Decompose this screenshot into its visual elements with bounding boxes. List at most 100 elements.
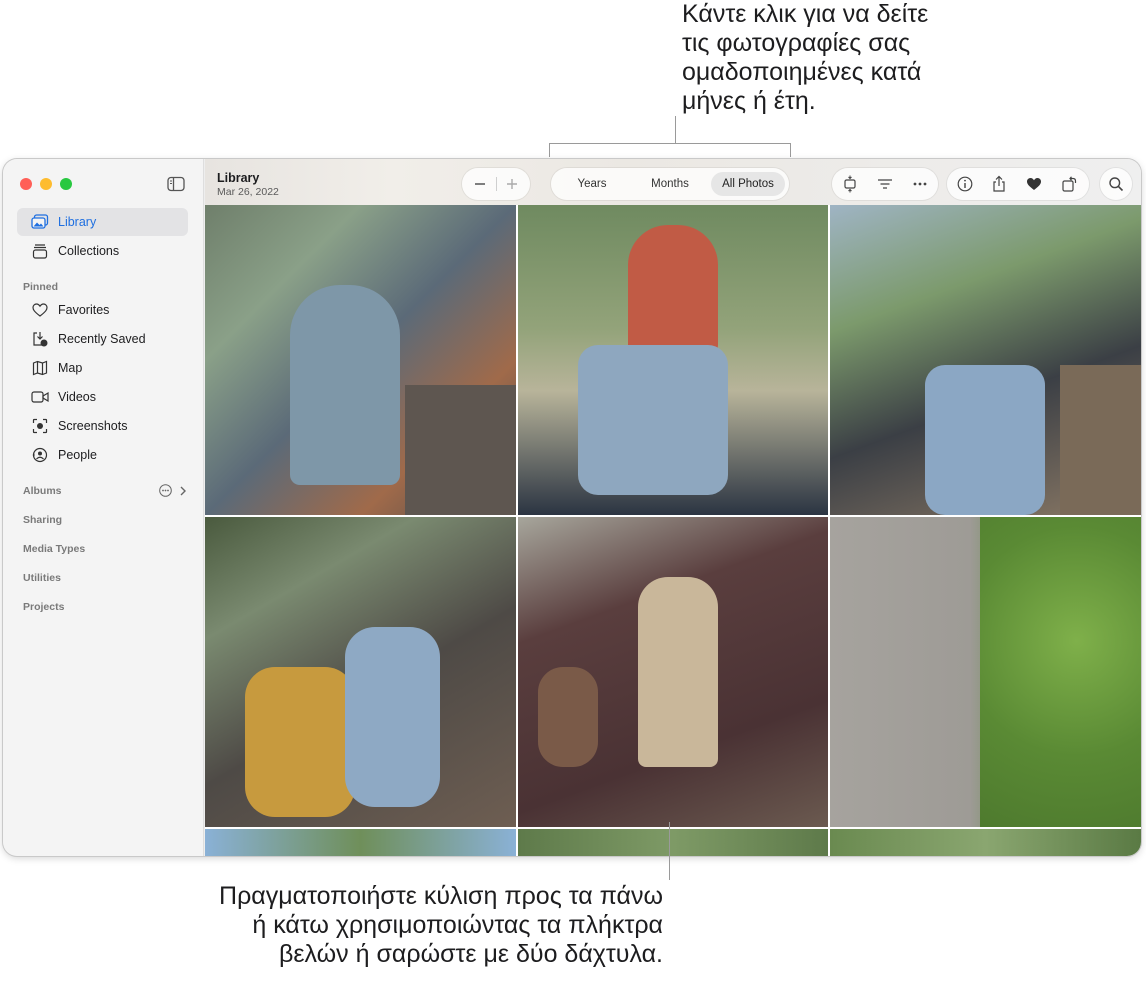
sidebar-item-label: Videos	[58, 390, 96, 404]
callout-line: ή κάτω χρησιμοποιώντας τα πλήκτρα	[252, 911, 663, 939]
sidebar: Library Collections Pinned Favorites Rec…	[3, 159, 204, 856]
sidebar-toggle-icon[interactable]	[167, 176, 185, 192]
sidebar-item-collections[interactable]: Collections	[17, 237, 188, 265]
heart-icon	[31, 301, 49, 319]
photo-detail	[538, 667, 598, 767]
more-options-icon[interactable]	[159, 484, 172, 497]
zoom-out-button[interactable]	[470, 174, 490, 194]
photo-library-icon	[31, 213, 49, 231]
sidebar-item-label: Screenshots	[58, 419, 128, 433]
photo-subject	[925, 365, 1045, 515]
sidebar-item-favorites[interactable]: Favorites	[17, 296, 188, 324]
sidebar-section-pinned: Pinned	[23, 281, 59, 293]
photo-actions-group	[947, 168, 1089, 200]
photo-thumbnail[interactable]	[518, 829, 828, 856]
sidebar-item-label: Library	[58, 215, 97, 229]
search-button[interactable]	[1100, 168, 1132, 200]
window-close-button[interactable]	[20, 178, 32, 190]
recently-saved-icon	[31, 330, 49, 348]
page-title: Library	[217, 171, 260, 185]
photo-detail	[578, 345, 728, 495]
map-icon	[31, 359, 49, 377]
sidebar-item-label: Map	[58, 361, 83, 375]
photo-thumbnail[interactable]	[830, 829, 1141, 856]
sidebar-item-label: People	[58, 448, 97, 462]
search-icon	[1106, 174, 1126, 194]
tab-months[interactable]: Months	[633, 172, 707, 196]
zoom-divider	[496, 177, 497, 191]
sidebar-item-label: Recently Saved	[58, 332, 146, 346]
minus-icon	[475, 183, 485, 185]
aspect-toggle-button[interactable]	[840, 174, 860, 194]
callout-line: μήνες ή έτη.	[682, 87, 816, 115]
more-button[interactable]	[910, 174, 930, 194]
photo-detail	[1060, 365, 1141, 515]
screenshot-icon	[31, 417, 49, 435]
rotate-button[interactable]	[1059, 174, 1079, 194]
callout-bracket-horizontal	[549, 143, 791, 144]
info-icon	[957, 176, 973, 192]
sidebar-item-map[interactable]: Map	[17, 354, 188, 382]
ellipsis-icon	[913, 182, 927, 186]
callout-scroll: Πραγματοποιήστε κύλιση προς τα πάνω ή κά…	[100, 882, 663, 969]
sidebar-section-projects[interactable]: Projects	[23, 601, 64, 613]
chevron-right-icon[interactable]	[178, 485, 188, 497]
view-tools-group	[832, 168, 938, 200]
window-minimize-button[interactable]	[40, 178, 52, 190]
photo-detail	[345, 627, 440, 807]
page-date: Mar 26, 2022	[217, 186, 279, 198]
photo-thumbnail[interactable]	[518, 205, 828, 515]
sidebar-section-utilities[interactable]: Utilities	[23, 572, 61, 584]
callout-leader-vertical	[675, 116, 676, 144]
view-segmented-control: Years Months All Photos	[551, 168, 789, 200]
callout-line: Κάντε κλικ για να δείτε	[682, 0, 929, 28]
rotate-icon	[1062, 176, 1077, 192]
share-button[interactable]	[989, 174, 1009, 194]
photo-detail	[980, 517, 1141, 827]
plus-icon	[507, 179, 517, 189]
photo-subject	[290, 285, 400, 485]
video-icon	[31, 388, 49, 406]
photo-grid[interactable]	[205, 205, 1141, 856]
tab-years[interactable]: Years	[555, 172, 629, 196]
tab-all-photos[interactable]: All Photos	[711, 172, 785, 196]
info-button[interactable]	[955, 174, 975, 194]
zoom-control	[462, 168, 530, 200]
callout-line: Πραγματοποιήστε κύλιση προς τα πάνω	[219, 882, 663, 910]
photo-subject	[638, 577, 718, 767]
photo-thumbnail[interactable]	[205, 829, 516, 856]
window-maximize-button[interactable]	[60, 178, 72, 190]
sidebar-section-sharing[interactable]: Sharing	[23, 514, 62, 526]
favorite-button[interactable]	[1024, 174, 1044, 194]
callout-line: βελών ή σαρώστε με δύο δάχτυλα.	[279, 940, 663, 968]
sidebar-item-library[interactable]: Library	[17, 208, 188, 236]
sidebar-item-label: Favorites	[58, 303, 110, 317]
sidebar-item-videos[interactable]: Videos	[17, 383, 188, 411]
photos-window: Library Collections Pinned Favorites Rec…	[3, 159, 1141, 856]
callout-bracket-right	[790, 143, 791, 157]
photo-thumbnail[interactable]	[205, 205, 516, 515]
zoom-in-button[interactable]	[502, 174, 522, 194]
callout-view-options: Κάντε κλικ για να δείτε τις φωτογραφίες …	[682, 0, 1022, 116]
people-icon	[31, 446, 49, 464]
sidebar-item-people[interactable]: People	[17, 441, 188, 469]
photo-thumbnail[interactable]	[830, 205, 1141, 515]
filter-icon	[878, 179, 892, 189]
sidebar-item-screenshots[interactable]: Screenshots	[17, 412, 188, 440]
sidebar-item-recently-saved[interactable]: Recently Saved	[17, 325, 188, 353]
heart-filled-icon	[1027, 178, 1041, 190]
sidebar-section-albums[interactable]: Albums	[23, 485, 62, 497]
photo-thumbnail[interactable]	[830, 517, 1141, 827]
filter-button[interactable]	[875, 174, 895, 194]
photo-thumbnail[interactable]	[205, 517, 516, 827]
collections-icon	[31, 242, 49, 260]
callout-leader-bottom	[669, 822, 670, 880]
photo-detail	[405, 385, 516, 515]
photo-subject	[628, 225, 718, 355]
callout-bracket-left	[549, 143, 550, 157]
photo-thumbnail[interactable]	[518, 517, 828, 827]
callout-line: ομαδοποιημένες κατά	[682, 58, 922, 86]
resize-icon	[844, 175, 856, 193]
callout-line: τις φωτογραφίες σας	[682, 29, 911, 57]
sidebar-section-media-types[interactable]: Media Types	[23, 543, 85, 555]
